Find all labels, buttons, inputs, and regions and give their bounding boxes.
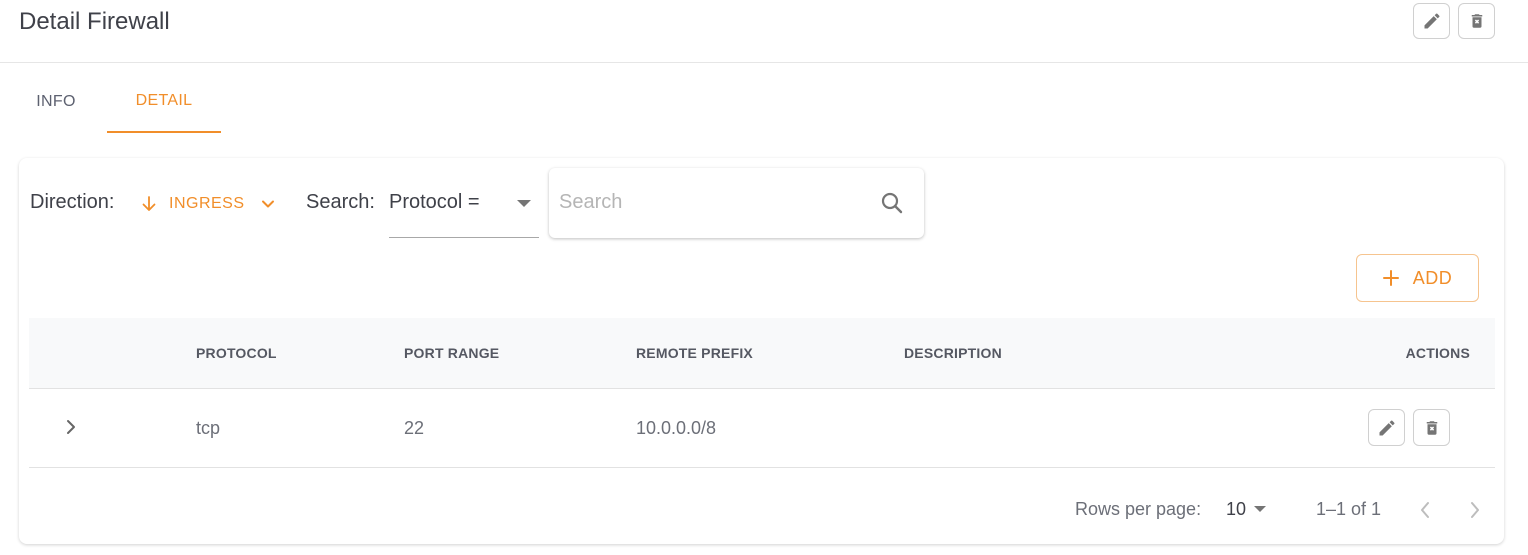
- cell-remote-prefix: 10.0.0.0/8: [636, 418, 717, 438]
- table-row: tcp 22 10.0.0.0/8: [29, 389, 1495, 468]
- add-button-label: ADD: [1412, 267, 1453, 288]
- trash-x-icon: [1426, 420, 1437, 435]
- tab-info[interactable]: INFO: [19, 80, 93, 133]
- arrow-down-icon: [142, 196, 156, 211]
- cell-protocol: tcp: [196, 418, 221, 438]
- search-label: Search:: [306, 191, 375, 213]
- plus-icon: [1382, 270, 1399, 286]
- pagination: Rows per page: 10 1–1 of 1: [19, 498, 1504, 522]
- pencil-icon: [1379, 419, 1395, 435]
- next-page-icon[interactable]: [1469, 500, 1481, 520]
- search-icon[interactable]: [880, 191, 904, 215]
- rows-per-page-label: Rows per page:: [1075, 499, 1202, 519]
- delete-firewall-button[interactable]: [1458, 3, 1495, 39]
- add-rule-button[interactable]: ADD: [1356, 254, 1479, 302]
- caret-down-icon: [1254, 506, 1267, 512]
- search-field-value: Protocol =: [389, 191, 480, 213]
- direction-label: Direction:: [30, 191, 115, 213]
- column-header-actions: ACTIONS: [1405, 345, 1470, 361]
- chevron-right-icon[interactable]: [65, 418, 77, 436]
- direction-dropdown[interactable]: INGRESS: [141, 192, 275, 216]
- cell-port-range: 22: [404, 418, 425, 438]
- column-header-protocol[interactable]: PROTOCOL: [196, 345, 277, 361]
- search-input[interactable]: [559, 186, 859, 218]
- rows-per-page-value: 10: [1226, 499, 1247, 519]
- search-field-select[interactable]: Protocol =: [389, 180, 539, 238]
- direction-value: INGRESS: [169, 195, 245, 212]
- page-title: Detail Firewall: [19, 8, 170, 35]
- table-header: PROTOCOL PORT RANGE REMOTE PREFIX DESCRI…: [29, 318, 1495, 389]
- edit-firewall-button[interactable]: [1413, 3, 1450, 39]
- search-box: [549, 168, 924, 238]
- caret-down-icon: [517, 200, 531, 207]
- edit-rule-button[interactable]: [1368, 409, 1405, 446]
- column-header-port-range[interactable]: PORT RANGE: [404, 345, 499, 361]
- previous-page-icon[interactable]: [1419, 500, 1431, 520]
- page-range-text: 1–1 of 1: [1316, 499, 1382, 519]
- column-header-remote-prefix[interactable]: REMOTE PREFIX: [636, 345, 753, 361]
- rules-card: Direction: INGRESS Search: Protocol = AD…: [19, 158, 1504, 544]
- column-header-description[interactable]: DESCRIPTION: [904, 345, 1002, 361]
- rows-per-page-select[interactable]: 10: [1226, 499, 1267, 520]
- page-header: Detail Firewall: [0, 0, 1528, 63]
- trash-x-icon: [1471, 14, 1482, 28]
- delete-rule-button[interactable]: [1413, 409, 1450, 446]
- rules-table: PROTOCOL PORT RANGE REMOTE PREFIX DESCRI…: [29, 318, 1495, 468]
- chevron-down-icon: [261, 200, 274, 208]
- tab-detail[interactable]: DETAIL: [107, 80, 221, 133]
- pencil-icon: [1424, 13, 1440, 29]
